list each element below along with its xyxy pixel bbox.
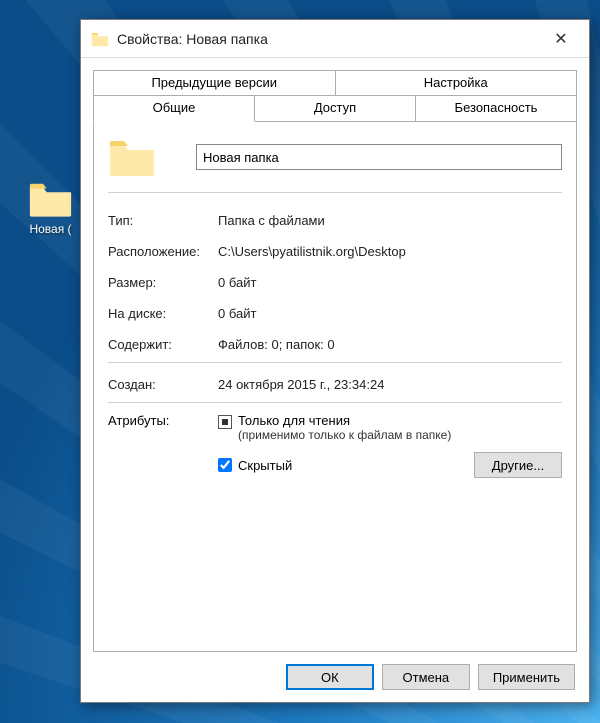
size-label: Размер:: [108, 275, 218, 290]
tabs: Предыдущие версии Настройка Общие Доступ…: [81, 58, 589, 122]
folder-name-input[interactable]: [196, 144, 562, 170]
desktop-folder-icon[interactable]: Новая (: [18, 180, 83, 236]
desktop-folder-label: Новая (: [18, 222, 83, 236]
properties-dialog: Свойства: Новая папка ✕ Предыдущие верси…: [80, 19, 590, 703]
folder-icon: [91, 31, 109, 47]
dialog-footer: ОК Отмена Применить: [81, 652, 589, 702]
readonly-label: Только для чтения: [238, 413, 451, 428]
apply-button[interactable]: Применить: [478, 664, 575, 690]
ondisk-value: 0 байт: [218, 306, 562, 321]
cancel-button[interactable]: Отмена: [382, 664, 470, 690]
other-attributes-button[interactable]: Другие...: [474, 452, 562, 478]
tab-previous-versions[interactable]: Предыдущие версии: [93, 70, 336, 96]
hidden-checkbox[interactable]: [218, 458, 232, 472]
contains-label: Содержит:: [108, 337, 218, 352]
contains-value: Файлов: 0; папок: 0: [218, 337, 562, 352]
ok-button[interactable]: ОК: [286, 664, 374, 690]
folder-icon: [108, 136, 166, 178]
separator: [108, 362, 562, 363]
tab-panel-general: Тип: Папка с файлами Расположение: C:\Us…: [93, 122, 577, 652]
folder-icon: [28, 180, 73, 218]
tab-general[interactable]: Общие: [93, 96, 255, 122]
ondisk-label: На диске:: [108, 306, 218, 321]
close-button[interactable]: ✕: [541, 24, 581, 54]
created-value: 24 октября 2015 г., 23:34:24: [218, 377, 562, 392]
attributes-label: Атрибуты:: [108, 413, 218, 478]
tab-customize[interactable]: Настройка: [335, 70, 578, 96]
type-label: Тип:: [108, 213, 218, 228]
size-value: 0 байт: [218, 275, 562, 290]
type-value: Папка с файлами: [218, 213, 562, 228]
tab-sharing[interactable]: Доступ: [254, 96, 416, 122]
hidden-checkbox-label[interactable]: Скрытый: [218, 458, 456, 473]
readonly-checkbox[interactable]: [218, 415, 232, 429]
readonly-subtext: (применимо только к файлам в папке): [238, 428, 451, 442]
titlebar[interactable]: Свойства: Новая папка ✕: [81, 20, 589, 58]
created-label: Создан:: [108, 377, 218, 392]
tab-security[interactable]: Безопасность: [415, 96, 577, 122]
location-value: C:\Users\pyatilistnik.org\Desktop: [218, 244, 562, 259]
separator: [108, 402, 562, 403]
window-title: Свойства: Новая папка: [117, 31, 541, 47]
close-icon: ✕: [554, 29, 567, 49]
location-label: Расположение:: [108, 244, 218, 259]
hidden-label: Скрытый: [238, 458, 292, 473]
